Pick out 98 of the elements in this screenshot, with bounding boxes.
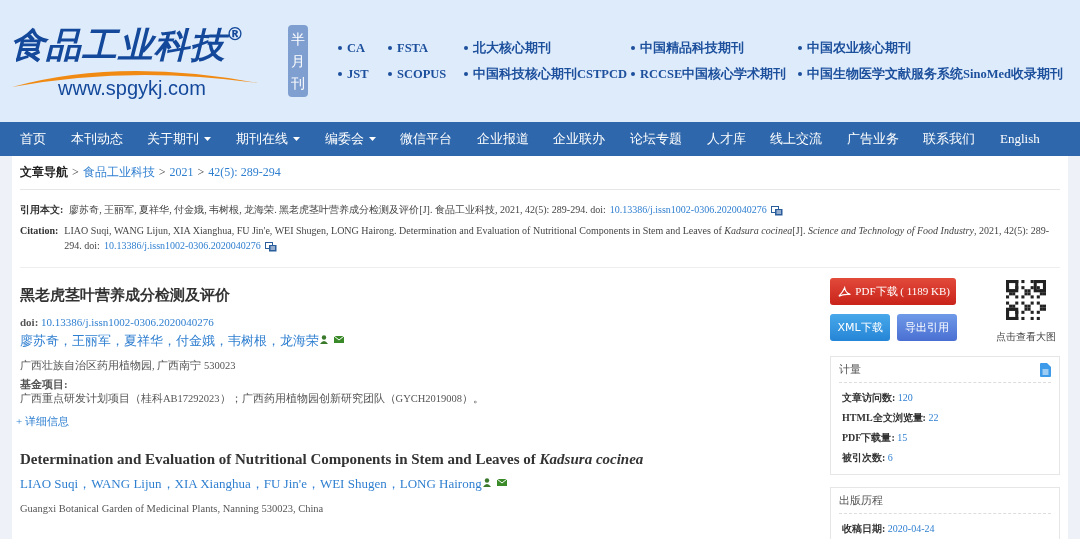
citation-text: LIAO Suqi, WANG Lijun, XIA Xianghua, FU Jin'e, WEI Shugen, LONG Hairong. Determination and Evaluation of Nutritional Components in Stem and Leaves of Kadsura cocinea[J]. Science and Technology of Food Industry, 2021, 42(5): 289-294. doi: 10.13386/j.issn1002-0306.2020040276: [64, 224, 1051, 253]
author-separator: ，: [161, 475, 175, 493]
index-link[interactable]: CA: [338, 39, 388, 57]
nav-item[interactable]: 企业联办: [541, 130, 618, 148]
author-link[interactable]: 夏祥华: [124, 332, 163, 350]
panel-title: 出版历程: [839, 493, 883, 508]
nav-item[interactable]: English: [987, 131, 1053, 147]
sidebar-button[interactable]: 导出引用: [897, 314, 957, 341]
mail-icon[interactable]: [334, 336, 344, 343]
caret-icon: [293, 137, 301, 141]
author-separator: ，: [250, 475, 264, 493]
nav-item[interactable]: 期刊在线: [223, 130, 313, 148]
nav-item[interactable]: 论坛专题: [617, 130, 695, 148]
nav-item[interactable]: 线上交流: [757, 130, 835, 148]
author-link[interactable]: LONG Hairong: [399, 476, 482, 492]
fund-label: 基金项目:: [20, 377, 69, 392]
metric-value[interactable]: 15: [897, 432, 908, 443]
breadcrumb-link[interactable]: 2021: [169, 165, 194, 180]
author-separator: ，: [111, 332, 124, 350]
index-link[interactable]: FSTA: [388, 39, 464, 57]
copy-icon[interactable]: [264, 241, 277, 252]
breadcrumb-label: 文章导航: [20, 164, 68, 181]
article-title-english: Determination and Evaluation of Nutritional Components in Stem and Leaves of Kadsura cocinea: [20, 451, 645, 468]
index-link[interactable]: 中国生物医学文献服务系统SinoMed收录期刊: [798, 65, 1063, 83]
index-link[interactable]: 中国科技核心期刊CSTPCD: [464, 65, 631, 83]
author-link[interactable]: WANG Lijun: [91, 476, 162, 492]
article-title: 黑老虎茎叶营养成分检测及评价: [20, 286, 231, 305]
breadcrumb-link[interactable]: 42(5): 289-294: [208, 165, 281, 180]
author-link[interactable]: 付金娥: [176, 332, 215, 350]
metric-value[interactable]: 120: [897, 392, 913, 403]
metric-label: 被引次数:: [842, 452, 886, 463]
nav-item[interactable]: 人才库: [694, 130, 758, 148]
author-separator: ，: [78, 475, 92, 493]
metric-label: HTML全文浏览量:: [842, 412, 926, 423]
qr-caption: 点击查看大图: [996, 330, 1056, 344]
author-link[interactable]: LIAO Suqi: [20, 476, 79, 492]
metric-value[interactable]: 22: [928, 412, 939, 423]
breadcrumb-separator: >: [72, 165, 79, 180]
nav-item[interactable]: 首页: [8, 130, 59, 148]
doi-link[interactable]: 10.13386/j.issn1002-0306.2020040276: [609, 204, 767, 215]
doi-label: doi:: [20, 316, 39, 328]
nav-item[interactable]: 企业报道: [464, 130, 542, 148]
caret-icon: [204, 137, 212, 141]
person-icon: [482, 477, 491, 487]
details-toggle[interactable]: + 详细信息: [16, 414, 800, 429]
mail-icon[interactable]: [496, 479, 507, 486]
citation-label: 引用本文:: [20, 203, 64, 217]
history-value: 2020-04-24: [887, 523, 935, 534]
author-link[interactable]: WEI Shugen: [319, 476, 387, 492]
author-separator: ，: [386, 475, 400, 493]
history-label: 收稿日期:: [842, 523, 886, 534]
nav-item[interactable]: 微信平台: [387, 130, 465, 148]
pdf-download-button[interactable]: PDF下载 ( 1189 KB): [830, 278, 956, 305]
metric-label: 文章访问数:: [842, 392, 896, 403]
nav-item[interactable]: 编委会: [312, 130, 388, 148]
document-icon[interactable]: [1040, 362, 1051, 377]
fund-text: 广西重点研发计划项目（桂科AB17292023）；广西药用植物园创新研究团队（GYCH2019008）。: [20, 392, 486, 406]
panel-title: 计量: [839, 362, 861, 377]
index-link[interactable]: JST: [338, 65, 388, 83]
author-separator: ，: [59, 332, 72, 350]
frequency-badge: 半月刊: [288, 25, 308, 97]
doi-link[interactable]: 10.13386/j.issn1002-0306.2020040276: [41, 316, 214, 328]
metric-value[interactable]: 6: [887, 452, 893, 463]
breadcrumb-link[interactable]: 食品工业科技: [82, 164, 155, 181]
author-link[interactable]: 廖苏奇: [20, 332, 59, 350]
citation-label: Citation:: [20, 224, 59, 238]
sidebar-button[interactable]: XML下载: [830, 314, 890, 341]
breadcrumb-separator: >: [197, 165, 205, 180]
author-separator: ，: [215, 332, 228, 350]
caret-icon: [368, 137, 376, 141]
author-link[interactable]: XIA Xianghua: [174, 476, 251, 492]
pdf-icon: [838, 285, 852, 298]
index-link[interactable]: SCOPUS: [388, 65, 464, 83]
author-link[interactable]: 龙海荣: [280, 332, 319, 350]
author-link[interactable]: FU Jin'e: [263, 476, 307, 492]
author-separator: ，: [163, 332, 176, 350]
author-separator: ，: [267, 332, 280, 350]
person-icon: [320, 334, 328, 344]
site-url: www.spgykj.com: [58, 76, 207, 100]
author-separator: ，: [306, 475, 320, 493]
copy-icon[interactable]: [770, 205, 783, 216]
nav-item[interactable]: 本刊动态: [58, 130, 136, 148]
doi-link[interactable]: 10.13386/j.issn1002-0306.2020040276: [103, 240, 261, 251]
author-link[interactable]: 王丽军: [72, 332, 111, 350]
nav-item[interactable]: 关于期刊: [135, 130, 224, 148]
index-link[interactable]: RCCSE中国核心学术期刊: [631, 65, 798, 83]
qr-code[interactable]: [1006, 280, 1046, 320]
index-link[interactable]: 中国农业核心期刊: [798, 39, 911, 57]
author-link[interactable]: 韦树根: [228, 332, 267, 350]
nav-item[interactable]: 联系我们: [911, 130, 988, 148]
nav-item[interactable]: 广告业务: [834, 130, 912, 148]
breadcrumb-separator: >: [158, 165, 166, 180]
affiliation: Guangxi Botanical Garden of Medicinal Plants, Nanning 530023, China: [20, 503, 325, 514]
metric-label: PDF下载量:: [842, 432, 895, 443]
citation-text: 廖苏奇, 王丽军, 夏祥华, 付金娥, 韦树根, 龙海荣. 黑老虎茎叶营养成分检测及评价[J]. 食品工业科技, 2021, 42(5): 289-294. doi: 10.13386/j.issn1002-0306.2020040276: [69, 202, 783, 217]
affiliation: 广西壮族自治区药用植物园, 广西南宁 530023: [20, 359, 237, 373]
index-link[interactable]: 北大核心期刊: [464, 39, 631, 57]
index-link[interactable]: 中国精品科技期刊: [631, 39, 798, 57]
